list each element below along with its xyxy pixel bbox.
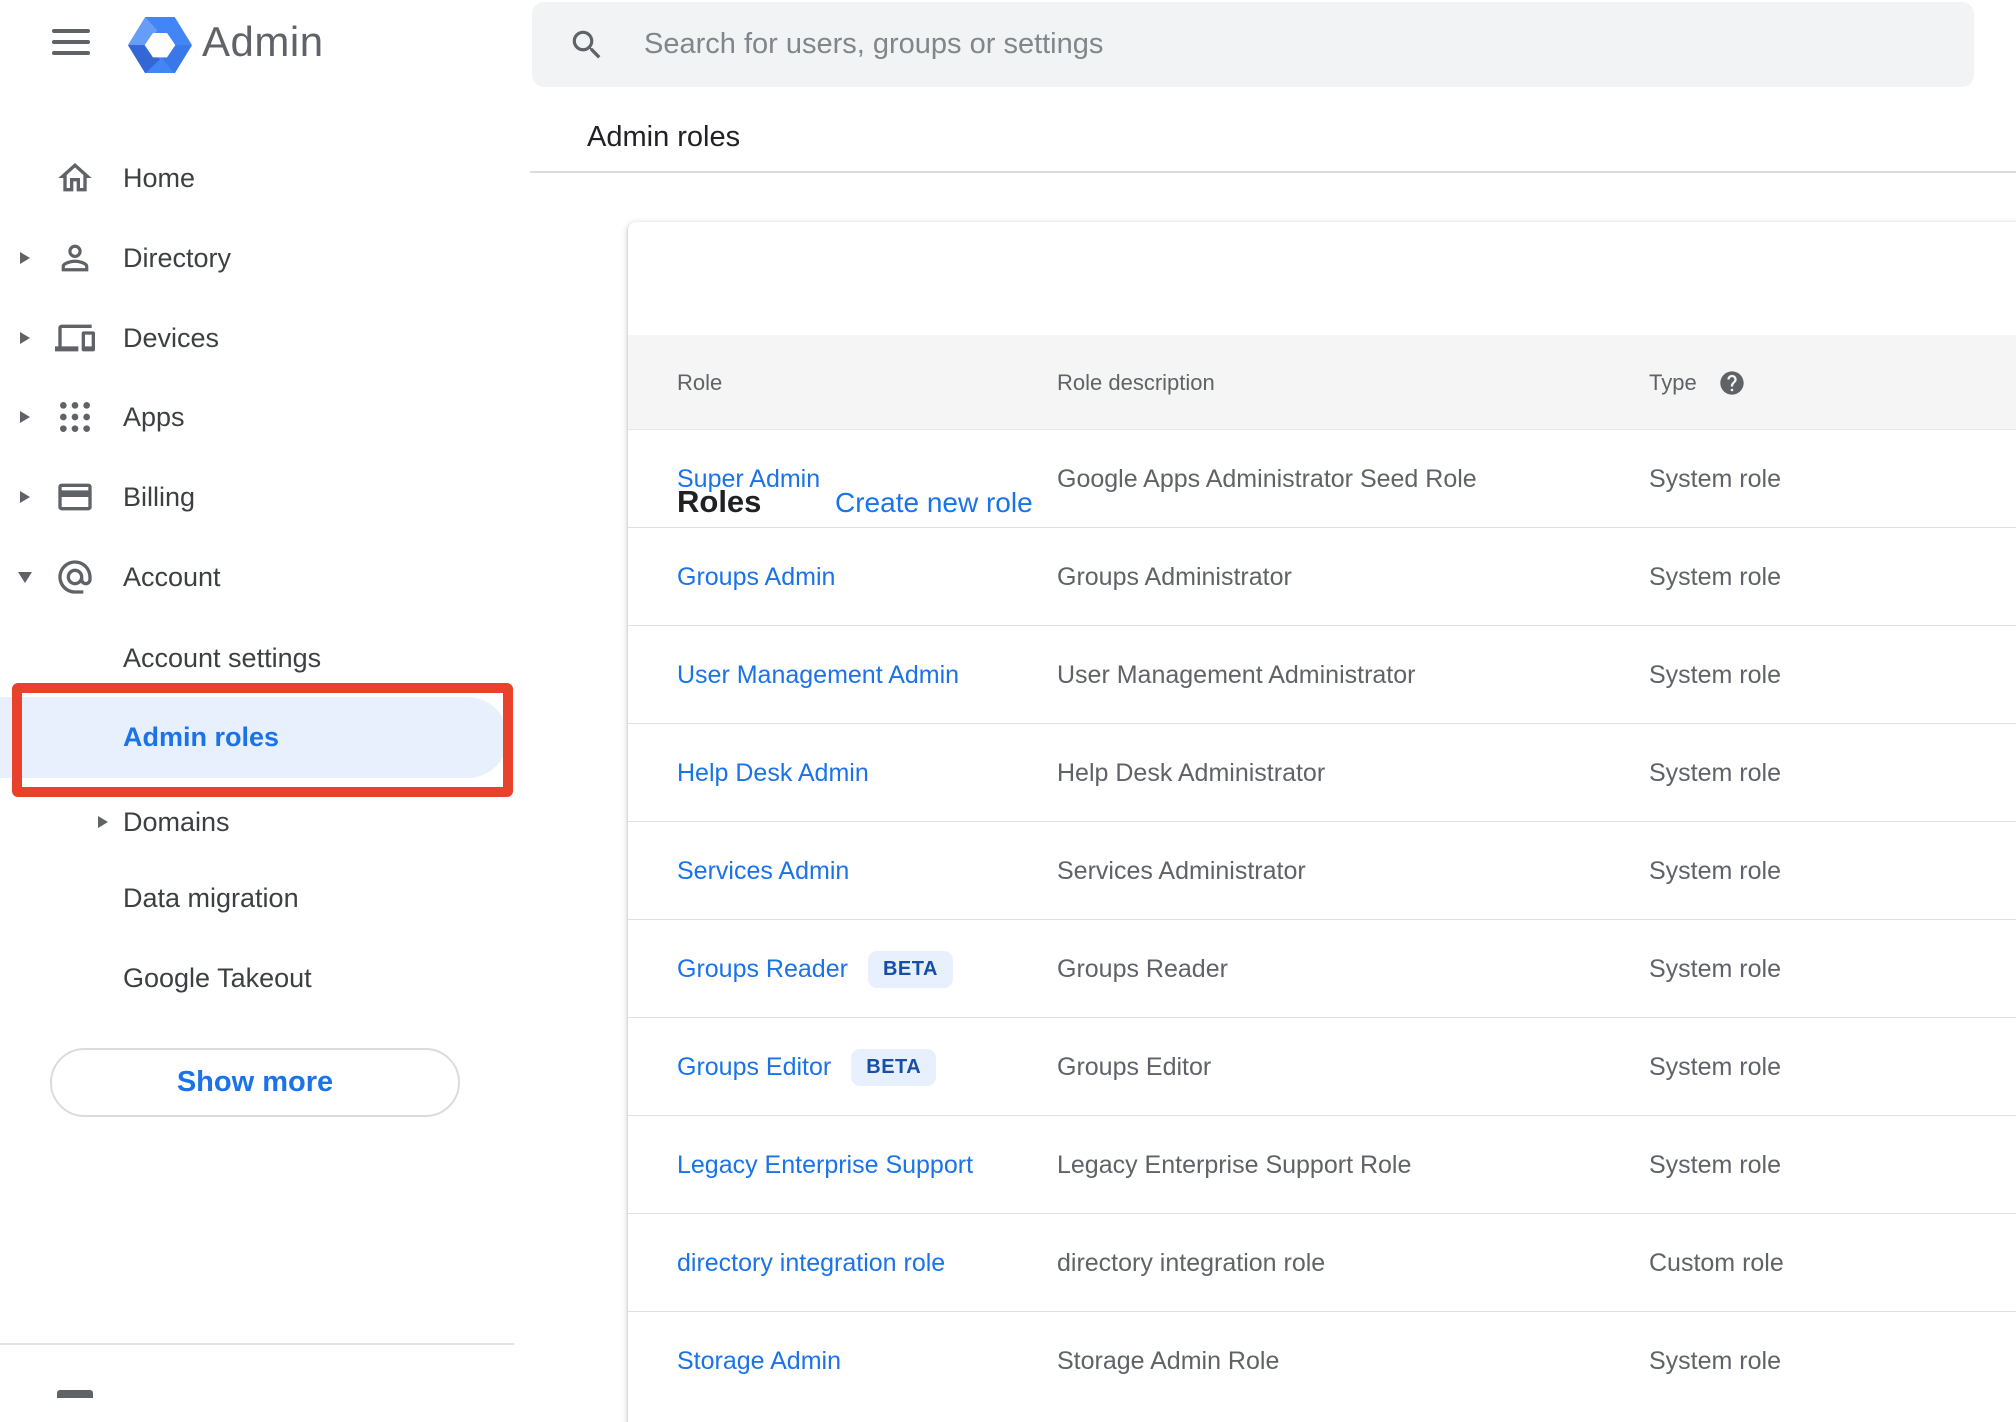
- home-icon: [55, 158, 95, 198]
- table-row: directory integration role directory int…: [628, 1214, 2016, 1312]
- sidebar-item-label: Devices: [123, 322, 220, 353]
- role-description: User Management Administrator: [1057, 660, 1416, 689]
- role-type: System role: [1649, 1052, 1781, 1081]
- sidebar: Admin Home Directory Devices Apps Billin…: [0, 0, 514, 1398]
- sidebar-item-devices[interactable]: Devices: [0, 298, 514, 378]
- help-icon[interactable]: [1718, 369, 1746, 397]
- header-divider: [530, 171, 2016, 173]
- sidebar-item-home[interactable]: Home: [0, 138, 514, 218]
- role-type: System role: [1649, 954, 1781, 983]
- sidebar-item-label: Apps: [123, 401, 185, 432]
- devices-icon: [55, 318, 95, 358]
- table-row: Super Admin Google Apps Administrator Se…: [628, 430, 2016, 528]
- sidebar-item-label: Home: [123, 162, 196, 193]
- sidebar-item-billing[interactable]: Billing: [0, 457, 514, 537]
- role-description: Help Desk Administrator: [1057, 758, 1326, 787]
- sidebar-divider: [0, 1343, 514, 1345]
- table-row: Help Desk Admin Help Desk Administrator …: [628, 724, 2016, 822]
- table-row: Groups Editor BETA Groups Editor System …: [628, 1018, 2016, 1116]
- sidebar-item-domains[interactable]: Domains: [0, 782, 514, 862]
- role-description: Groups Reader: [1057, 954, 1228, 983]
- apps-grid-icon: [55, 397, 95, 437]
- roles-card: Roles Create new role Role Role descript…: [628, 222, 2016, 1422]
- at-sign-icon: [55, 557, 95, 597]
- role-type: System role: [1649, 1346, 1781, 1375]
- column-header-type: Type: [1649, 369, 1697, 395]
- table-row: User Management Admin User Management Ad…: [628, 626, 2016, 724]
- beta-badge: BETA: [851, 1048, 937, 1086]
- role-type: System role: [1649, 660, 1781, 689]
- role-link[interactable]: Groups Editor: [677, 1053, 831, 1082]
- sidebar-item-label: Account settings: [123, 642, 322, 673]
- table-header: Role Role description Type: [628, 335, 2016, 430]
- column-header-role-description: Role description: [1057, 369, 1215, 395]
- role-description: Storage Admin Role: [1057, 1346, 1280, 1375]
- sidebar-item-label: Directory: [123, 242, 232, 273]
- role-link[interactable]: Storage Admin: [677, 1312, 841, 1410]
- expand-arrow-icon[interactable]: [98, 816, 108, 828]
- role-description: Services Administrator: [1057, 856, 1306, 885]
- beta-badge: BETA: [867, 950, 953, 988]
- expand-arrow-icon[interactable]: [20, 411, 30, 423]
- partial-bottom-icon: [57, 1390, 93, 1398]
- role-link[interactable]: Groups Reader: [677, 955, 848, 984]
- sidebar-item-label: Google Takeout: [123, 962, 312, 993]
- breadcrumb: Admin roles: [587, 121, 741, 153]
- sidebar-item-google-takeout[interactable]: Google Takeout: [0, 938, 514, 1018]
- search-bar[interactable]: [532, 2, 1974, 87]
- expand-arrow-icon[interactable]: [20, 252, 30, 264]
- admin-logo-icon: [128, 17, 192, 74]
- role-description: Google Apps Administrator Seed Role: [1057, 464, 1477, 493]
- role-type: Custom role: [1649, 1248, 1784, 1277]
- role-link[interactable]: Services Admin: [677, 822, 849, 920]
- role-link[interactable]: Groups Admin: [677, 528, 835, 626]
- sidebar-item-label: Billing: [123, 481, 196, 512]
- table-row: Legacy Enterprise Support Legacy Enterpr…: [628, 1116, 2016, 1214]
- role-description: Legacy Enterprise Support Role: [1057, 1150, 1412, 1179]
- role-link[interactable]: Legacy Enterprise Support: [677, 1116, 973, 1214]
- sidebar-item-data-migration[interactable]: Data migration: [0, 858, 514, 938]
- credit-card-icon: [55, 477, 95, 517]
- show-more-button[interactable]: Show more: [50, 1048, 460, 1117]
- person-icon: [55, 238, 95, 278]
- role-description: Groups Administrator: [1057, 562, 1292, 591]
- table-row: Groups Admin Groups Administrator System…: [628, 528, 2016, 626]
- search-icon: [568, 26, 606, 64]
- sidebar-item-apps[interactable]: Apps: [0, 377, 514, 457]
- expand-arrow-icon[interactable]: [20, 332, 30, 344]
- sidebar-item-account-settings[interactable]: Account settings: [0, 618, 514, 698]
- sidebar-item-label: Admin roles: [123, 722, 280, 752]
- sidebar-item-admin-roles[interactable]: Admin roles: [0, 697, 508, 778]
- role-link[interactable]: User Management Admin: [677, 626, 959, 724]
- app-title: Admin: [202, 18, 324, 65]
- role-link[interactable]: directory integration role: [677, 1214, 945, 1312]
- hamburger-menu-icon[interactable]: [52, 26, 90, 58]
- table-row: Storage Admin Storage Admin Role System …: [628, 1312, 2016, 1410]
- sidebar-item-directory[interactable]: Directory: [0, 218, 514, 298]
- table-row: Groups Reader BETA Groups Reader System …: [628, 920, 2016, 1018]
- role-link[interactable]: Help Desk Admin: [677, 724, 869, 822]
- sidebar-item-label: Data migration: [123, 882, 299, 913]
- sidebar-item-account[interactable]: Account: [0, 537, 514, 617]
- role-description: directory integration role: [1057, 1248, 1326, 1277]
- collapse-arrow-icon[interactable]: [18, 571, 32, 583]
- sidebar-item-label: Account: [123, 561, 221, 592]
- table-row: Services Admin Services Administrator Sy…: [628, 822, 2016, 920]
- role-description: Groups Editor: [1057, 1052, 1212, 1081]
- role-type: System role: [1649, 562, 1781, 591]
- role-type: System role: [1649, 856, 1781, 885]
- role-type: System role: [1649, 464, 1781, 493]
- role-link[interactable]: Super Admin: [677, 430, 820, 528]
- role-type: System role: [1649, 758, 1781, 787]
- sidebar-item-label: Domains: [123, 806, 230, 837]
- roles-table: Super Admin Google Apps Administrator Se…: [628, 430, 2016, 1410]
- column-header-role: Role: [677, 369, 723, 395]
- role-type: System role: [1649, 1150, 1781, 1179]
- expand-arrow-icon[interactable]: [20, 491, 30, 503]
- search-input[interactable]: [644, 2, 1944, 87]
